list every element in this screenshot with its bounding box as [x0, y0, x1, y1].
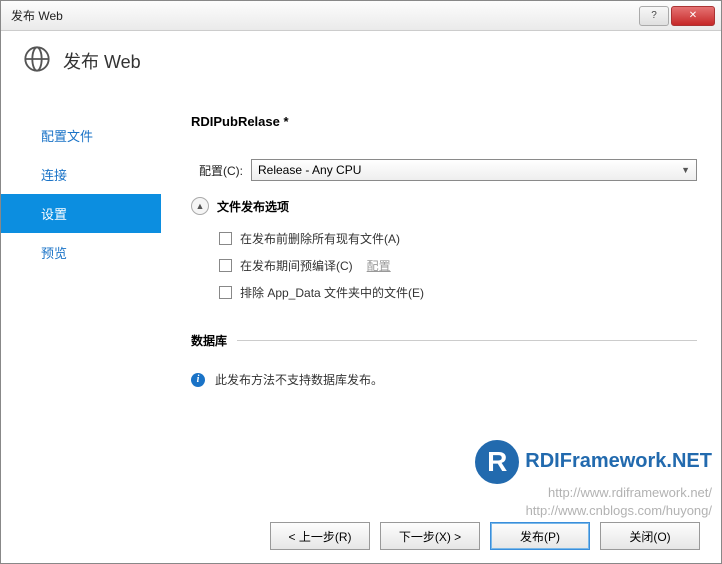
check-exclude-appdata[interactable]: 排除 App_Data 文件夹中的文件(E) [219, 279, 697, 306]
close-button[interactable]: 关闭(O) [600, 522, 700, 550]
configuration-label: 配置(C): [191, 162, 243, 179]
configuration-select[interactable]: Release - Any CPU ▼ [251, 159, 697, 181]
wizard-sidebar: 配置文件 连接 设置 预览 [1, 96, 161, 388]
checkbox-icon [219, 232, 232, 245]
database-section-header: 数据库 [191, 332, 697, 349]
checkbox-icon [219, 259, 232, 272]
previous-button[interactable]: < 上一步(R) [270, 522, 370, 550]
info-icon: i [191, 373, 205, 387]
help-button[interactable]: ? [639, 6, 669, 26]
check-precompile[interactable]: 在发布期间预编译(C) 配置 [219, 252, 697, 279]
file-options-group: 在发布前删除所有现有文件(A) 在发布期间预编译(C) 配置 排除 App_Da… [219, 225, 697, 306]
database-message-row: i 此发布方法不支持数据库发布。 [191, 371, 697, 388]
chevron-down-icon: ▼ [681, 165, 690, 175]
sidebar-item-settings[interactable]: 设置 [1, 194, 161, 233]
database-title: 数据库 [191, 332, 227, 349]
sidebar-item-label: 配置文件 [41, 129, 93, 144]
watermark: R RDIFramework.NET http://www.rdiframewo… [475, 440, 712, 520]
window-title: 发布 Web [11, 7, 637, 24]
watermark-logo: R [475, 440, 519, 484]
configuration-value: Release - Any CPU [258, 163, 361, 177]
check-label: 在发布期间预编译(C) [240, 257, 353, 274]
sidebar-item-label: 设置 [41, 207, 67, 222]
sidebar-item-label: 连接 [41, 168, 67, 183]
next-button[interactable]: 下一步(X) > [380, 522, 480, 550]
profile-name: RDIPubRelase * [191, 114, 697, 129]
globe-icon [23, 45, 51, 76]
sidebar-item-connection[interactable]: 连接 [1, 155, 161, 194]
close-window-button[interactable]: ✕ [671, 6, 715, 26]
check-delete-existing[interactable]: 在发布前删除所有现有文件(A) [219, 225, 697, 252]
precompile-configure-link[interactable]: 配置 [367, 257, 391, 274]
content-area: 配置文件 连接 设置 预览 RDIPubRelase * 配置(C): Rele… [1, 96, 721, 388]
sidebar-item-profile[interactable]: 配置文件 [1, 116, 161, 155]
main-panel: RDIPubRelase * 配置(C): Release - Any CPU … [161, 96, 721, 388]
publish-button[interactable]: 发布(P) [490, 522, 590, 550]
divider [237, 340, 697, 341]
collapse-toggle[interactable]: ▲ [191, 197, 209, 215]
file-options-header: ▲ 文件发布选项 [191, 197, 697, 215]
sidebar-item-label: 预览 [41, 246, 67, 261]
sidebar-item-preview[interactable]: 预览 [1, 233, 161, 272]
database-message: 此发布方法不支持数据库发布。 [215, 371, 383, 388]
dialog-header: 发布 Web [1, 31, 721, 96]
watermark-url1: http://www.rdiframework.net/ [475, 484, 712, 502]
check-label: 在发布前删除所有现有文件(A) [240, 230, 400, 247]
check-label: 排除 App_Data 文件夹中的文件(E) [240, 284, 424, 301]
checkbox-icon [219, 286, 232, 299]
titlebar: 发布 Web ? ✕ [1, 1, 721, 31]
file-options-title: 文件发布选项 [217, 198, 289, 215]
watermark-brand: RDIFramework.NET [525, 450, 712, 473]
watermark-url2: http://www.cnblogs.com/huyong/ [475, 502, 712, 520]
configuration-row: 配置(C): Release - Any CPU ▼ [191, 159, 697, 181]
dialog-title: 发布 Web [63, 48, 141, 74]
dialog-footer: < 上一步(R) 下一步(X) > 发布(P) 关闭(O) [270, 522, 700, 550]
